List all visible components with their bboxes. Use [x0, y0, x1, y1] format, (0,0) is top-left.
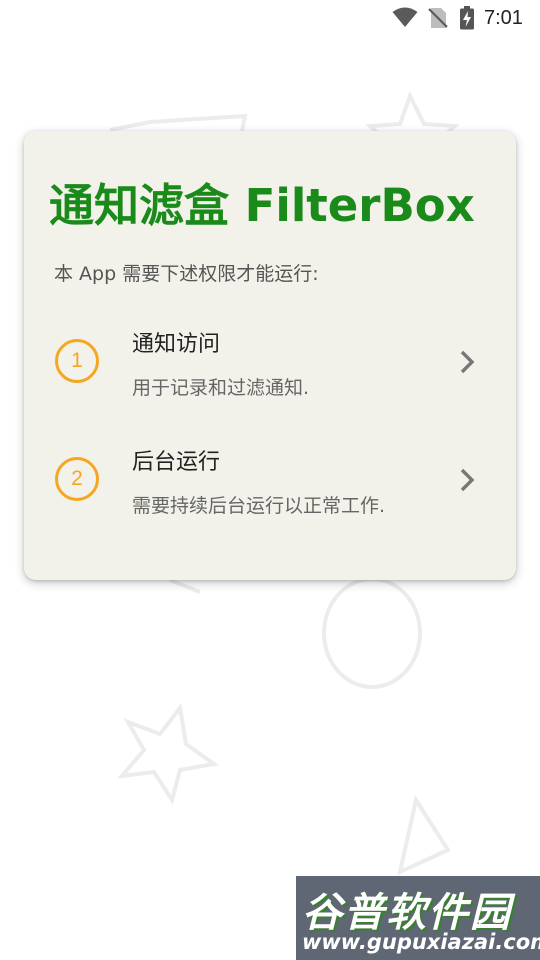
watermark-url: www.gupuxiazai.com [302, 930, 540, 954]
permissions-card: 通知滤盒 FilterBox 本 App 需要下述权限才能运行: 1 通知访问 … [24, 131, 516, 580]
no-sim-icon [428, 8, 448, 28]
chevron-right-icon [460, 468, 475, 492]
permissions-intro: 本 App 需要下述权限才能运行: [54, 263, 319, 285]
wifi-icon [392, 7, 418, 27]
permission-description: 需要持续后台运行以正常工作. [132, 495, 386, 517]
permission-item-notification-access[interactable]: 1 通知访问 用于记录和过滤通知. [24, 316, 516, 416]
app-title: 通知滤盒 FilterBox [49, 179, 475, 232]
status-time: 7:01 [484, 7, 523, 29]
battery-charging-icon [460, 6, 474, 30]
site-watermark: 谷普软件园 www.gupuxiazai.com [296, 876, 540, 960]
permission-title: 通知访问 [132, 332, 221, 357]
step-number-badge: 1 [55, 339, 99, 383]
step-number-badge: 2 [55, 457, 99, 501]
permission-title: 后台运行 [132, 450, 221, 475]
permission-description: 用于记录和过滤通知. [132, 377, 310, 399]
status-bar: 7:01 [0, 0, 540, 40]
chevron-right-icon [460, 350, 475, 374]
permission-item-background-run[interactable]: 2 后台运行 需要持续后台运行以正常工作. [24, 434, 516, 534]
